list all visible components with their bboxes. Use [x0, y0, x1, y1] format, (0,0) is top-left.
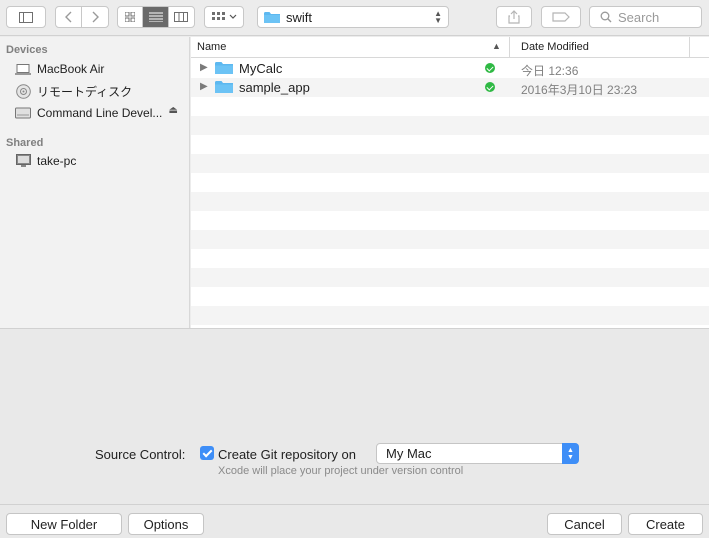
disclosure-triangle-icon[interactable]: ▶	[200, 62, 208, 73]
forward-button[interactable]	[82, 7, 108, 27]
sidebar-icon	[19, 11, 33, 23]
devices-heading: Devices	[6, 44, 48, 56]
view-mode-control	[117, 6, 195, 28]
tag-icon	[552, 12, 570, 22]
sort-ascending-icon: ▲	[492, 41, 501, 51]
empty-row	[191, 287, 709, 306]
column-view-button[interactable]	[169, 7, 194, 27]
list-icon	[148, 12, 163, 22]
tags-button[interactable]	[541, 6, 581, 28]
sidebar-item-label: take-pc	[37, 154, 77, 168]
column-divider[interactable]	[689, 37, 690, 58]
empty-row	[191, 211, 709, 230]
chevron-right-icon	[92, 11, 99, 23]
file-browser: Name ▲ Date Modified ▶ MyCalc 今日 12:36 ▶…	[191, 37, 709, 328]
column-header: Name ▲ Date Modified	[191, 37, 709, 58]
table-row[interactable]: ▶ MyCalc 今日 12:36	[191, 59, 709, 78]
options-button[interactable]: Options	[128, 513, 204, 535]
search-icon	[600, 11, 612, 23]
back-forward-control	[55, 6, 109, 28]
source-control-label: Source Control:	[95, 447, 186, 462]
list-view-button[interactable]	[143, 7, 169, 27]
location-label: swift	[286, 9, 312, 25]
chevron-down-icon	[229, 14, 236, 19]
empty-row	[191, 97, 709, 116]
icon-view-button[interactable]	[118, 7, 144, 27]
chevron-left-icon	[64, 11, 71, 23]
empty-row	[191, 230, 709, 249]
column-date-header[interactable]: Date Modified	[521, 41, 589, 53]
file-name: MyCalc	[239, 61, 283, 76]
search-input[interactable]: Search	[589, 6, 702, 28]
empty-row	[191, 192, 709, 211]
table-row[interactable]: ▶ sample_app 2016年3月10日 23:23	[191, 78, 709, 97]
file-date: 2016年3月10日 23:23	[521, 83, 638, 97]
share-button[interactable]	[496, 6, 532, 28]
source-control-hint: Xcode will place your project under vers…	[218, 465, 464, 477]
git-status-icon	[485, 63, 495, 73]
file-list: ▶ MyCalc 今日 12:36 ▶ sample_app 2016年3月10…	[191, 59, 709, 328]
toolbar: swift ▲ ▼ Search	[0, 0, 709, 36]
folder-icon	[215, 80, 233, 97]
folder-icon	[264, 11, 280, 23]
new-folder-button[interactable]: New Folder	[6, 513, 122, 535]
create-git-repo-label[interactable]: Create Git repository on	[218, 447, 356, 462]
options-panel: Source Control: Create Git repository on…	[0, 328, 709, 538]
arrange-button[interactable]	[204, 6, 244, 28]
drive-icon	[14, 105, 32, 121]
sidebar-item-remote-disc[interactable]: リモートディスク	[14, 81, 186, 101]
location-popup[interactable]: swift ▲ ▼	[257, 6, 449, 28]
sidebar-item-take-pc[interactable]: take-pc	[14, 151, 186, 171]
columns-icon	[174, 12, 189, 22]
repository-location-select[interactable]: My Mac ▲ ▼	[376, 443, 579, 464]
share-icon	[508, 10, 520, 24]
sidebar-item-label: MacBook Air	[37, 62, 105, 76]
updown-arrows-icon: ▲ ▼	[562, 443, 579, 464]
sidebar-item-command-line-tools[interactable]: Command Line Devel... ⏏	[14, 103, 186, 123]
folder-icon	[215, 61, 233, 78]
empty-row	[191, 116, 709, 135]
updown-arrows-icon: ▲ ▼	[434, 9, 442, 25]
empty-row	[191, 268, 709, 287]
column-divider[interactable]	[509, 37, 510, 58]
eject-icon[interactable]: ⏏	[169, 105, 178, 116]
empty-row	[191, 173, 709, 192]
sidebar-item-label: リモートディスク	[37, 84, 133, 99]
file-date: 今日 12:36	[521, 64, 579, 78]
laptop-icon	[14, 61, 32, 77]
create-button[interactable]: Create	[628, 513, 703, 535]
disclosure-triangle-icon[interactable]: ▶	[200, 81, 208, 92]
create-git-repo-checkbox[interactable]	[200, 446, 214, 460]
empty-row	[191, 135, 709, 154]
sidebar: Devices MacBook Air リモートディスク Command Lin…	[0, 37, 190, 328]
cancel-button[interactable]: Cancel	[547, 513, 622, 535]
grid-icon	[125, 12, 136, 22]
empty-row	[191, 154, 709, 173]
divider	[0, 504, 709, 505]
column-name-header[interactable]: Name	[197, 41, 226, 53]
file-name: sample_app	[239, 80, 310, 95]
search-placeholder: Search	[618, 9, 660, 25]
computer-icon	[14, 153, 32, 169]
back-button[interactable]	[56, 7, 83, 27]
sidebar-item-macbook-air[interactable]: MacBook Air	[14, 59, 186, 79]
empty-row	[191, 249, 709, 268]
git-status-icon	[485, 82, 495, 92]
sidebar-item-label: Command Line Devel...	[37, 106, 163, 120]
arrange-grid-icon	[211, 12, 225, 20]
shared-heading: Shared	[6, 137, 44, 149]
disc-icon	[14, 83, 32, 99]
repository-location-value: My Mac	[386, 446, 432, 461]
toggle-sidebar-button[interactable]	[6, 6, 46, 28]
empty-row	[191, 306, 709, 325]
